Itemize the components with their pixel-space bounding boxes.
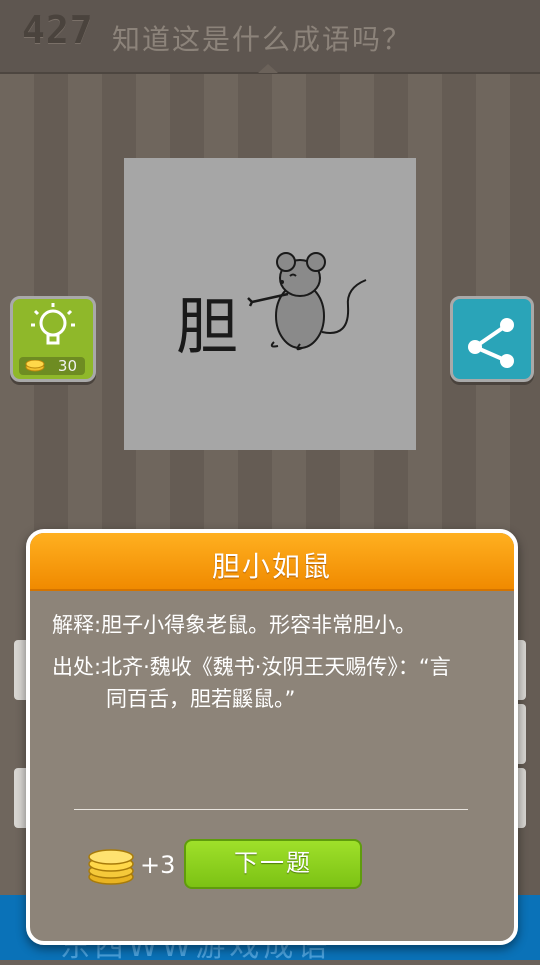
mouse-drawing <box>247 252 367 351</box>
source-text-line2: 同百舌，胆若鼷鼠。” <box>106 687 296 711</box>
coin-icon <box>25 360 45 372</box>
level-number: 427 <box>22 8 94 52</box>
dialog-header: 胆小如鼠 <box>30 533 514 591</box>
coins-icon <box>88 849 134 885</box>
dialog-divider <box>74 809 468 810</box>
share-icon <box>468 318 514 368</box>
hint-cost: 30 <box>19 357 85 375</box>
reward-amount: +3 <box>140 851 176 879</box>
dialog-title: 胆小如鼠 <box>211 550 332 583</box>
source-text-line1: 出处:北齐·魏收《魏书·汝阴王天赐传》：“言 <box>52 655 451 679</box>
hint-cost-value: 30 <box>57 357 77 375</box>
next-question-button[interactable]: 下一题 <box>184 839 362 889</box>
header-notch <box>258 64 278 73</box>
question-text: 知道这是什么成语吗？ <box>112 23 413 56</box>
puzzle-image: 胆 <box>124 158 416 450</box>
share-button[interactable] <box>450 296 534 382</box>
hint-button[interactable]: 30 <box>10 296 96 382</box>
header-bar: 427 知道这是什么成语吗？ <box>0 0 540 74</box>
puzzle-character: 胆 <box>176 290 239 363</box>
lightbulb-icon <box>31 303 75 345</box>
answer-dialog: 胆小如鼠 解释:胆子小得象老鼠。形容非常胆小。 出处:北齐·魏收《魏书·汝阴王天… <box>26 529 518 945</box>
explanation-text: 解释:胆子小得象老鼠。形容非常胆小。 <box>52 613 417 637</box>
